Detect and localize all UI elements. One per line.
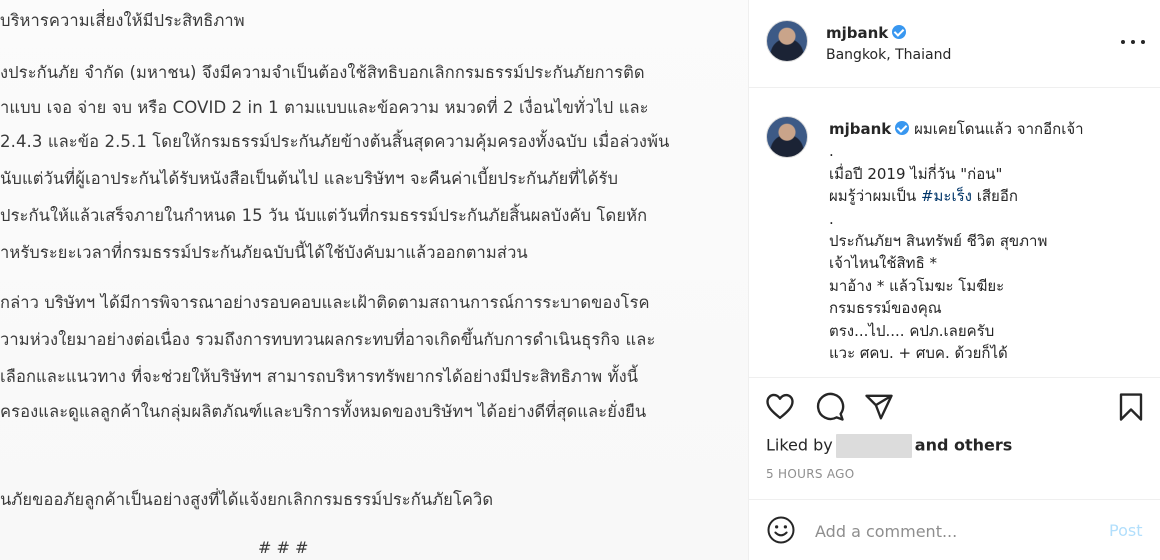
verified-badge-icon <box>892 25 907 39</box>
avatar[interactable] <box>766 20 808 62</box>
caption-text: mjbank ผมเคยโดนแล้ว จากอีกเจ้า . เมื่อปี… <box>829 118 1149 364</box>
document-line: นับแต่วันที่ผู้เอาประกันได้รับหนังสือเป็… <box>0 169 619 188</box>
liked-by: Liked by and others <box>766 434 1012 458</box>
caption-line: กรมธรรม์ของคุณ <box>829 299 942 318</box>
post-comment-button[interactable]: Post <box>1109 521 1142 540</box>
emoji-smiley-icon[interactable] <box>766 515 796 549</box>
post-image[interactable]: บริหารความเสี่ยงให้มีประสิทธิภาพ งประกัน… <box>0 0 748 560</box>
and-others-link[interactable]: and others <box>915 436 1013 455</box>
post-header: mjbank Bangkok, Thaiand <box>749 0 1160 88</box>
caption-avatar[interactable] <box>766 116 808 158</box>
more-options-icon[interactable] <box>1121 32 1145 52</box>
document-line: าแบบ เจอ จ่าย จบ หรือ COVID 2 in 1 ตามแบ… <box>0 98 649 117</box>
caption-first-line: ผมเคยโดนแล้ว จากอีกเจ้า <box>914 120 1084 138</box>
caption-username-link[interactable]: mjbank <box>829 120 891 138</box>
caption: mjbank ผมเคยโดนแล้ว จากอีกเจ้า . เมื่อปี… <box>749 88 1160 378</box>
document-line: ประกันให้แล้วเสร็จภายในกำหนด 15 วัน นับแ… <box>0 206 648 225</box>
caption-line: . <box>829 142 834 161</box>
verified-badge-icon <box>895 121 910 135</box>
caption-line: ตรง...ไป.... คปภ.เลยครับ <box>829 321 995 340</box>
post-actions: Liked by and others 5 HOURS AGO <box>749 378 1160 500</box>
caption-line: แวะ ศคบ. + ศบค. ด้วยก็ได้ <box>829 344 1008 363</box>
caption-line: มาอ้าง * แล้วโมฆะ โมฆียะ <box>829 276 1005 295</box>
like-heart-icon[interactable] <box>765 392 795 424</box>
document-line: ำหรับระยะเวลาที่กรมธรรม์ประกันภัยฉบับนี้… <box>0 243 528 262</box>
document-line: กล่าว บริษัทฯ ได้มีการพิจารณาอย่างรอบคอบ… <box>0 293 650 312</box>
document-end-mark: # # # <box>258 538 309 557</box>
liked-by-user-redacted[interactable] <box>835 434 912 458</box>
document-line: 2.4.3 และข้อ 2.5.1 โดยให้กรมธรรม์ประกันภ… <box>0 132 670 151</box>
comment-bubble-icon[interactable] <box>815 392 845 426</box>
caption-line: เมื่อปี 2019 ไม่กี่วัน "ก่อน" <box>829 164 1003 183</box>
comment-input[interactable] <box>815 516 1085 546</box>
caption-line: ประกันภัยฯ สินทรัพย์ ชีวิต สุขภาพ <box>829 232 1048 251</box>
document-line: ครองและดูแลลูกค้าในกลุ่มผลิตภัณฑ์และบริก… <box>0 402 647 421</box>
post-side-panel: mjbank Bangkok, Thaiand mjbank ผมเคยโดนแ… <box>748 0 1160 560</box>
save-bookmark-icon[interactable] <box>1117 392 1145 426</box>
caption-line: ผมรู้ว่าผมเป็น #มะเร็ง เสียอีก <box>829 185 1149 207</box>
hashtag-link[interactable]: #มะเร็ง <box>921 187 972 205</box>
share-paper-plane-icon[interactable] <box>864 392 894 426</box>
liked-by-prefix: Liked by <box>766 435 833 455</box>
document-line: บริหารความเสี่ยงให้มีประสิทธิภาพ <box>0 11 245 30</box>
comment-form: Post <box>749 500 1160 560</box>
location-link[interactable]: Bangkok, Thaiand <box>826 47 951 63</box>
header-user: mjbank <box>826 24 907 42</box>
document-line: นภัยขออภัยลูกค้าเป็นอย่างสูงที่ได้แจ้งยก… <box>0 490 494 509</box>
caption-line: เจ้าไหนใช้สิทธิ * <box>829 254 937 273</box>
document-line: วามห่วงใยมาอย่างต่อเนื่อง รวมถึงการทบทวน… <box>0 330 656 349</box>
caption-line-text: ผมรู้ว่าผมเป็น <box>829 187 917 206</box>
caption-line-suffix: เสียอีก <box>971 187 1018 206</box>
post-timestamp[interactable]: 5 HOURS AGO <box>766 467 855 481</box>
username-link[interactable]: mjbank <box>826 24 888 42</box>
document-line: เลือกและแนวทาง ที่จะช่วยให้บริษัทฯ สามาร… <box>0 367 639 386</box>
document-line: งประกันภัย จำกัด (มหาชน) จึงมีความจำเป็น… <box>0 63 645 82</box>
caption-line: . <box>829 209 834 228</box>
